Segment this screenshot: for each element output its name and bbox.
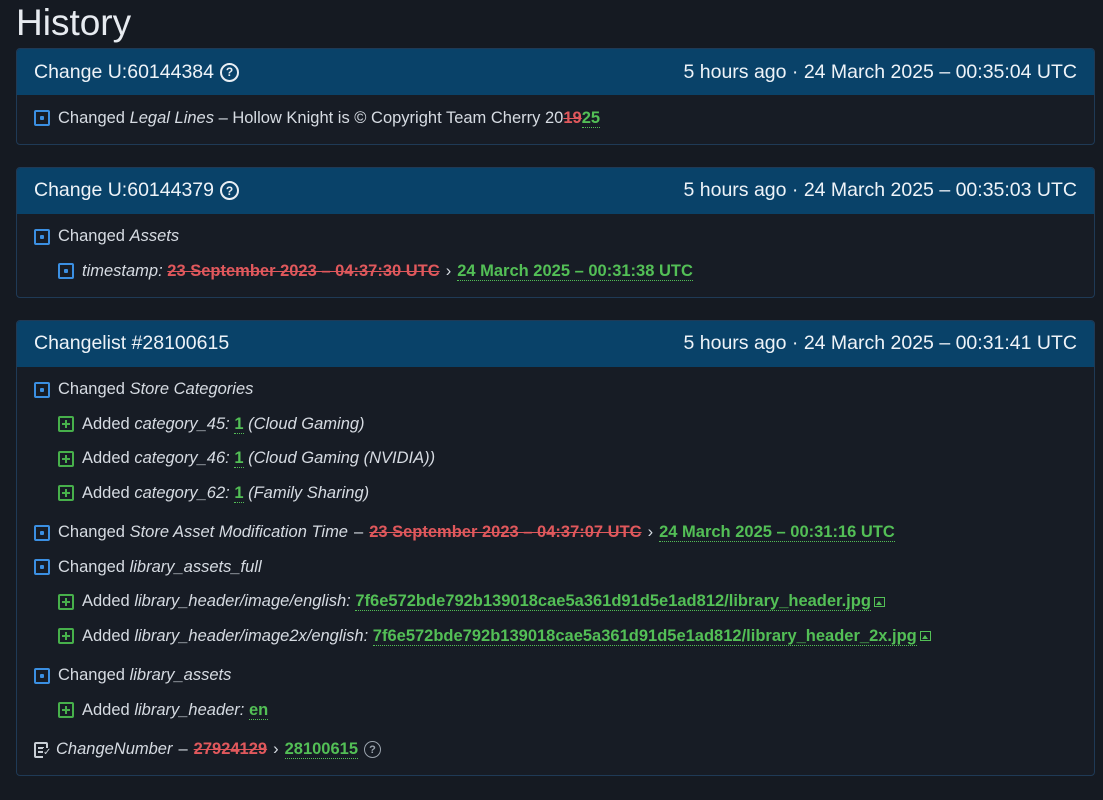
card-header: Change U:60144384 ? 5 hours ago · 24 Mar… — [17, 49, 1094, 95]
row-key: library_assets — [129, 666, 232, 685]
added-row: Added category_45: 1 (Cloud Gaming) — [17, 407, 1094, 442]
row-key: Assets — [129, 227, 180, 246]
change-card: Change U:60144384 ? 5 hours ago · 24 Mar… — [16, 48, 1095, 145]
row-verb: Changed — [58, 227, 125, 246]
row-key: category_45: — [134, 414, 230, 433]
added-row: Added library_header/image/english: 7f6e… — [17, 585, 1094, 620]
row-text: – Hollow Knight is © Copyright Team Cher… — [213, 108, 564, 127]
added-plus-icon — [58, 593, 74, 610]
change-time: 5 hours ago · 24 March 2025 – 00:35:04 U… — [683, 60, 1078, 83]
old-value: 27924129 — [193, 740, 268, 759]
row-verb: Added — [82, 449, 130, 468]
added-row: Added category_62: 1 (Family Sharing) — [17, 476, 1094, 511]
added-plus-icon — [58, 485, 74, 502]
new-value: 25 — [581, 108, 601, 128]
arrow-separator: › — [445, 261, 452, 280]
asset-link[interactable]: 7f6e572bde792b139018cae5a361d91d5e1ad812… — [372, 627, 917, 646]
row-key: library_header/image/english: — [134, 592, 351, 611]
asset-link[interactable]: 7f6e572bde792b139018cae5a361d91d5e1ad812… — [355, 592, 871, 612]
change-row: Changed library_assets — [17, 659, 1094, 694]
change-row: Changed library_assets_full — [17, 550, 1094, 585]
row-key: Legal Lines — [129, 108, 214, 127]
changelist-title[interactable]: Changelist #28100615 — [34, 332, 229, 355]
row-key: category_62: — [134, 483, 230, 502]
new-value: 1 — [234, 414, 244, 434]
row-note: (Family Sharing) — [248, 483, 370, 502]
old-value: 23 September 2023 – 04:37:30 UTC — [167, 261, 440, 280]
row-note: (Cloud Gaming) — [248, 414, 365, 433]
new-value: 1 — [234, 483, 244, 503]
row-key: ChangeNumber — [56, 740, 173, 759]
row-key: library_assets_full — [129, 557, 262, 576]
card-header: Change U:60144379 ? 5 hours ago · 24 Mar… — [17, 167, 1094, 214]
changed-square-icon — [34, 559, 50, 576]
changed-square-icon — [34, 110, 50, 127]
arrow-separator: › — [647, 523, 654, 542]
added-plus-icon — [58, 628, 74, 645]
help-circle-icon[interactable]: ? — [364, 741, 382, 759]
changed-square-icon — [34, 667, 50, 684]
old-value: 23 September 2023 – 04:37:07 UTC — [369, 523, 642, 542]
changed-square-icon — [34, 524, 50, 541]
row-verb: Added — [82, 592, 130, 611]
changenumber-row: ChangeNumber–27924129 › 28100615? — [17, 733, 1094, 768]
row-verb: Changed — [58, 666, 125, 685]
row-verb: Changed — [58, 523, 125, 542]
help-circle-icon[interactable]: ? — [220, 181, 239, 200]
new-value: 24 March 2025 – 00:31:16 UTC — [659, 523, 895, 543]
row-verb: Changed — [58, 108, 125, 127]
added-row: Added category_46: 1 (Cloud Gaming (NVID… — [17, 442, 1094, 477]
changelist-card: Changelist #28100615 5 hours ago · 24 Ma… — [16, 319, 1095, 776]
row-key: library_header: — [134, 700, 245, 719]
row-verb: Added — [82, 483, 130, 502]
row-verb: Changed — [58, 557, 125, 576]
history-page: History Change U:60144384 ? 5 hours ago … — [0, 0, 1103, 800]
change-row: Changed Assets — [17, 220, 1094, 255]
old-value: 19 — [563, 108, 582, 127]
added-plus-icon — [58, 702, 74, 719]
change-row: Changed Store Categories — [17, 373, 1094, 408]
change-time: 5 hours ago · 24 March 2025 – 00:35:03 U… — [683, 179, 1078, 201]
row-key: Store Categories — [129, 380, 254, 399]
added-plus-icon — [58, 450, 74, 467]
row-note: (Cloud Gaming (NVIDIA)) — [248, 449, 436, 468]
change-row: timestamp: 23 September 2023 – 04:37:30 … — [17, 254, 1094, 289]
new-value: 1 — [234, 449, 244, 469]
change-title[interactable]: Change U:60144379 — [34, 179, 214, 202]
new-value: 24 March 2025 – 00:31:38 UTC — [457, 261, 693, 281]
dash-separator: – — [354, 523, 364, 542]
added-plus-icon — [58, 416, 74, 433]
change-row: Changed Legal Lines – Hollow Knight is ©… — [17, 101, 1094, 136]
row-key: Store Asset Modification Time — [129, 523, 348, 542]
row-verb: Changed — [58, 380, 125, 399]
changed-square-icon — [34, 228, 50, 245]
card-header: Changelist #28100615 5 hours ago · 24 Ma… — [17, 320, 1094, 367]
image-icon[interactable] — [873, 596, 885, 607]
row-verb: Added — [82, 700, 130, 719]
new-value: en — [248, 700, 269, 720]
document-icon — [34, 741, 52, 758]
added-row: Added library_header/image2x/english: 7f… — [17, 619, 1094, 654]
row-verb: Added — [82, 626, 130, 645]
help-circle-icon[interactable]: ? — [220, 62, 239, 82]
arrow-separator: › — [273, 740, 279, 759]
page-title: History — [16, 2, 132, 43]
changelist-link[interactable]: 28100615 — [284, 740, 359, 760]
image-icon[interactable] — [919, 631, 931, 642]
added-row: Added library_header: en — [17, 693, 1094, 728]
dash-separator: – — [178, 740, 188, 759]
row-key: library_header/image2x/english: — [134, 626, 369, 645]
change-title[interactable]: Change U:60144384 — [34, 61, 214, 84]
change-row: Changed Store Asset Modification Time –23… — [17, 516, 1094, 551]
row-verb: Added — [82, 414, 130, 433]
change-time: 5 hours ago · 24 March 2025 – 00:31:41 U… — [683, 332, 1078, 354]
changed-square-icon — [34, 381, 50, 398]
change-card: Change U:60144379 ? 5 hours ago · 24 Mar… — [16, 166, 1095, 298]
row-key: category_46: — [134, 449, 230, 468]
row-key: timestamp: — [82, 261, 163, 280]
changed-square-icon — [58, 263, 74, 280]
